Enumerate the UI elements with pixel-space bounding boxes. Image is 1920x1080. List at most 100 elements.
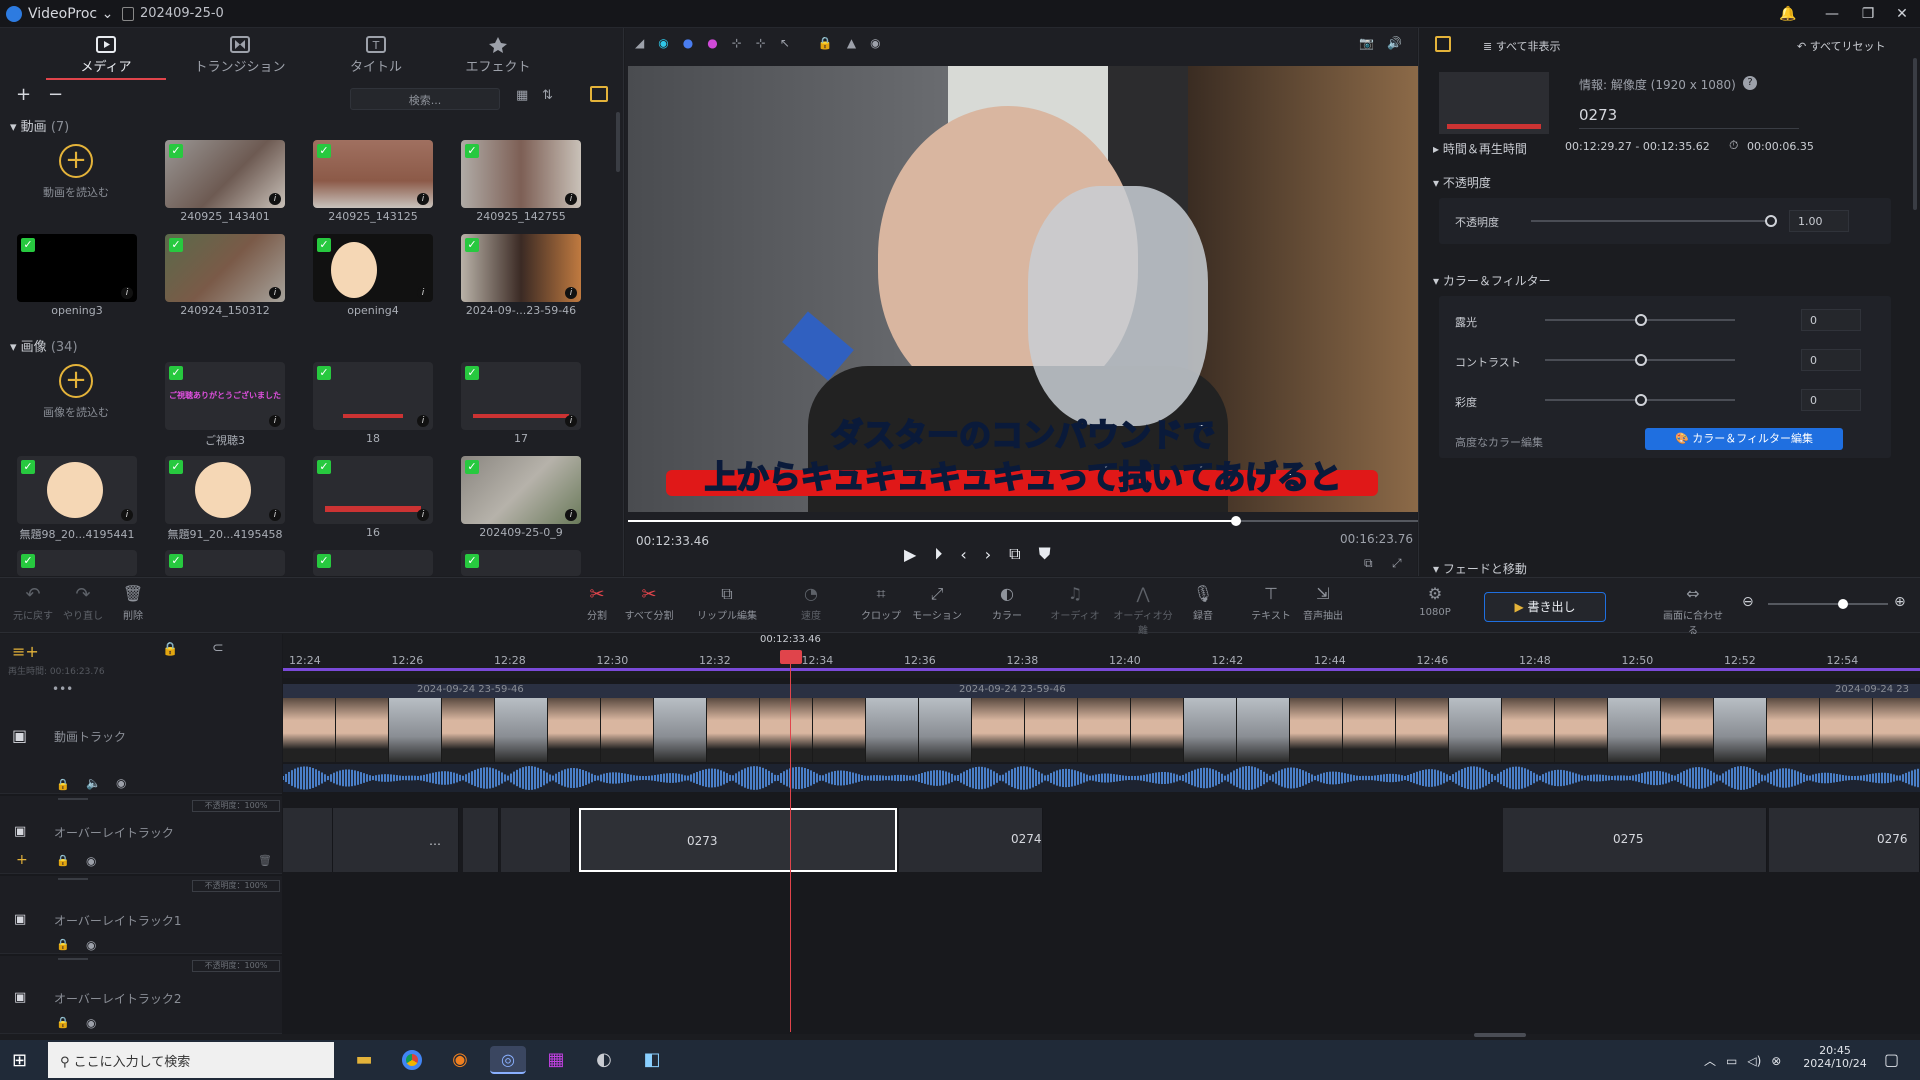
search-input[interactable]: 検索... (350, 88, 500, 110)
taskbar-search-input[interactable]: ⚲ ここに入力して検索 (48, 1042, 334, 1078)
windows-start-icon[interactable]: ⊞ (12, 1050, 27, 1071)
app-icon[interactable]: ▦ (538, 1046, 574, 1074)
media-thumb-7[interactable]: ✓ i (461, 234, 581, 302)
play-icon[interactable]: ▶ (904, 545, 916, 564)
resolution-button[interactable]: ⚙ 1080P (1402, 584, 1468, 618)
fade-section-header[interactable]: ▾ フェードと移動 (1433, 560, 1527, 577)
next-frame-icon[interactable]: › (985, 545, 991, 564)
info-icon[interactable]: i (417, 287, 429, 299)
tab-media[interactable]: メディア (46, 36, 166, 80)
image-thumb-4[interactable]: ✓ i (17, 456, 137, 524)
clip-name-field[interactable]: 0273 (1579, 106, 1799, 129)
media-thumb-5[interactable]: ✓ i (165, 234, 285, 302)
eye-icon[interactable]: ◉ (86, 854, 96, 868)
tab-transition[interactable]: トランジション (180, 36, 300, 80)
chrome-icon[interactable] (394, 1046, 430, 1074)
fit-screen-button[interactable]: ⇔ 画面に合わせる (1660, 584, 1726, 637)
select-multi-icon[interactable]: ⊹ (756, 36, 766, 50)
snapshot-camera-icon[interactable]: 📷 (1359, 36, 1374, 50)
image-thumb-6[interactable]: ✓ i (313, 456, 433, 524)
library-scrollbar[interactable] (616, 112, 620, 172)
audio-extract-button[interactable]: ⇲ 音声抽出 (1290, 584, 1356, 622)
color-section-header[interactable]: ▾ カラー＆フィルター (1433, 272, 1551, 289)
hide-all-button[interactable]: ≣ すべて非表示 (1483, 38, 1561, 54)
saturation-slider-knob[interactable] (1635, 394, 1647, 406)
info-icon[interactable]: i (121, 509, 133, 521)
image-thumb-5[interactable]: ✓ i (165, 456, 285, 524)
fullscreen-preview-icon[interactable]: ⧉ (1009, 544, 1020, 564)
overlay-clip[interactable]: 0276 (1769, 808, 1920, 872)
minimize-button[interactable]: — (1822, 4, 1842, 24)
media-thumb-6[interactable]: ✓ i (313, 234, 433, 302)
ruler-icon[interactable]: ◢ (635, 36, 644, 50)
motion-button[interactable]: ⤢ モーション (904, 584, 970, 622)
image-section-header[interactable]: ▾ 画像 (34) (10, 336, 78, 355)
color-dot-cyan-icon[interactable]: ◉ (658, 36, 668, 50)
opacity-slider-track[interactable] (1531, 220, 1771, 222)
file-explorer-icon[interactable]: ▬ (346, 1046, 382, 1074)
overlay-clip-selected[interactable]: 0273 (579, 808, 897, 872)
add-button[interactable]: + (16, 84, 31, 105)
preview-video-frame[interactable]: ダスターのコンパウンドで 上からキュキュキュキュって拭いてあげると (628, 66, 1418, 512)
overlay-clip[interactable] (283, 808, 333, 872)
eye-icon[interactable]: ◉ (870, 36, 880, 50)
blender-icon[interactable]: ◉ (442, 1046, 478, 1074)
image-thumb-9[interactable]: ✓ (165, 550, 285, 576)
contrast-slider-knob[interactable] (1635, 354, 1647, 366)
lock-icon[interactable]: 🔒 (56, 778, 70, 791)
overlay-clip[interactable]: … (333, 808, 459, 872)
notification-bell-icon[interactable]: 🔔 (1778, 4, 1798, 24)
speaker-icon[interactable]: 🔈 (86, 776, 101, 790)
timeline-ruler[interactable]: 12:24 12:26 12:28 12:30 12:32 12:34 12:36 12:38… (283, 634, 1920, 678)
grid-view-icon[interactable]: ▦ (516, 88, 528, 103)
contrast-value-input[interactable]: 0 (1801, 349, 1861, 371)
add-marker-icon[interactable]: ⛊ (1039, 544, 1051, 564)
zoom-in-icon[interactable]: ⊕ (1894, 594, 1906, 610)
image-thumb-2[interactable]: ✓ i (313, 362, 433, 430)
overlay-clip[interactable] (463, 808, 499, 872)
info-icon[interactable]: i (565, 193, 577, 205)
color-dot-purple-icon[interactable]: ● (707, 36, 717, 50)
color-filter-edit-button[interactable]: 🎨 カラー＆フィルター編集 (1645, 428, 1843, 450)
speed-button[interactable]: ◔ 速度 (778, 584, 844, 622)
notification-center-icon[interactable]: ▢ (1884, 1050, 1899, 1069)
paint-icon[interactable]: ▲ (847, 36, 856, 50)
notepad-icon[interactable]: ◧ (634, 1046, 670, 1074)
info-icon[interactable]: i (565, 287, 577, 299)
opacity-slider-knob[interactable] (1765, 215, 1777, 227)
info-icon[interactable]: i (417, 415, 429, 427)
add-track-icon[interactable]: ≡+ (12, 642, 39, 661)
playhead-handle[interactable] (780, 650, 802, 664)
import-video-button[interactable]: + 動画を読込む (16, 140, 136, 212)
remove-button[interactable]: − (48, 84, 63, 105)
info-icon[interactable]: i (121, 287, 133, 299)
info-icon[interactable]: i (565, 509, 577, 521)
sort-icon[interactable]: ⇅ (542, 88, 553, 103)
info-icon[interactable]: i (269, 193, 281, 205)
info-icon[interactable]: i (565, 415, 577, 427)
detach-icon[interactable]: ⧉ (1364, 556, 1373, 571)
trash-icon[interactable]: 🗑 (258, 854, 272, 867)
opacity-value-input[interactable]: 1.00 (1789, 210, 1849, 232)
image-thumb-7[interactable]: ✓ i (461, 456, 581, 524)
magnet-icon[interactable]: ⊂ (212, 640, 224, 656)
opacity-section-header[interactable]: ▾ 不透明度 (1433, 174, 1491, 191)
prev-frame-icon[interactable]: ‹ (960, 545, 966, 564)
obs-icon[interactable]: ◐ (586, 1046, 622, 1074)
lock-icon[interactable]: 🔒 (56, 938, 70, 951)
media-thumb-1[interactable]: ✓ i (165, 140, 285, 208)
panel-toggle-icon[interactable] (1435, 36, 1451, 52)
info-icon[interactable]: i (269, 509, 281, 521)
info-icon[interactable]: i (417, 509, 429, 521)
panel-toggle-icon[interactable] (590, 86, 608, 102)
ripple-edit-button[interactable]: ⧉ リップル編集 (694, 584, 760, 622)
saturation-value-input[interactable]: 0 (1801, 389, 1861, 411)
audio-split-button[interactable]: ⋀ オーディオ分離 (1110, 584, 1176, 637)
zoom-slider-knob[interactable] (1838, 599, 1848, 609)
image-thumb-8[interactable]: ✓ (17, 550, 137, 576)
more-icon[interactable]: ••• (52, 682, 73, 696)
pointer-icon[interactable]: ↖ (780, 36, 790, 50)
overlay-clip[interactable] (501, 808, 571, 872)
tray-app-icon[interactable]: ⊗ (1771, 1054, 1781, 1068)
volume-icon[interactable]: ◁) (1747, 1054, 1761, 1068)
